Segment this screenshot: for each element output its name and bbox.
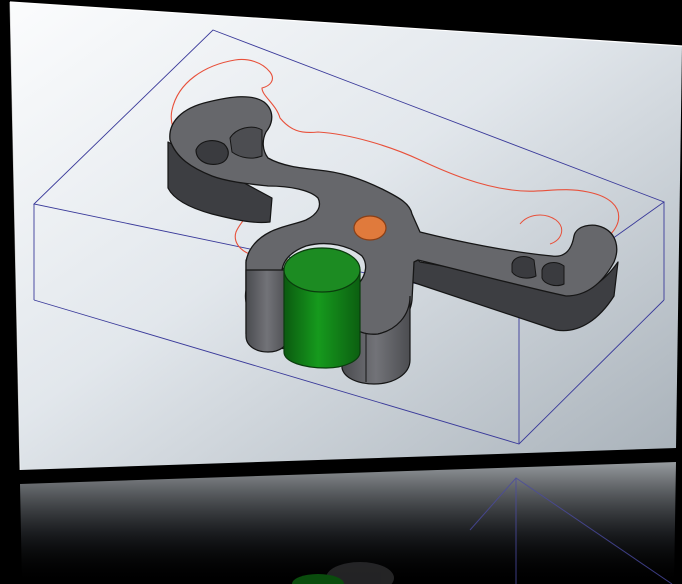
hub-left-post [245,269,289,353]
right-arm-notch-1 [511,256,537,279]
viewport-canvas[interactable] [0,0,682,584]
cad-viewport[interactable] [0,0,682,584]
green-cylinder-feature[interactable] [283,247,361,369]
orange-pin-feature[interactable] [353,215,387,241]
right-arm-notch-2 [541,262,565,287]
left-arm-notch [195,140,229,165]
